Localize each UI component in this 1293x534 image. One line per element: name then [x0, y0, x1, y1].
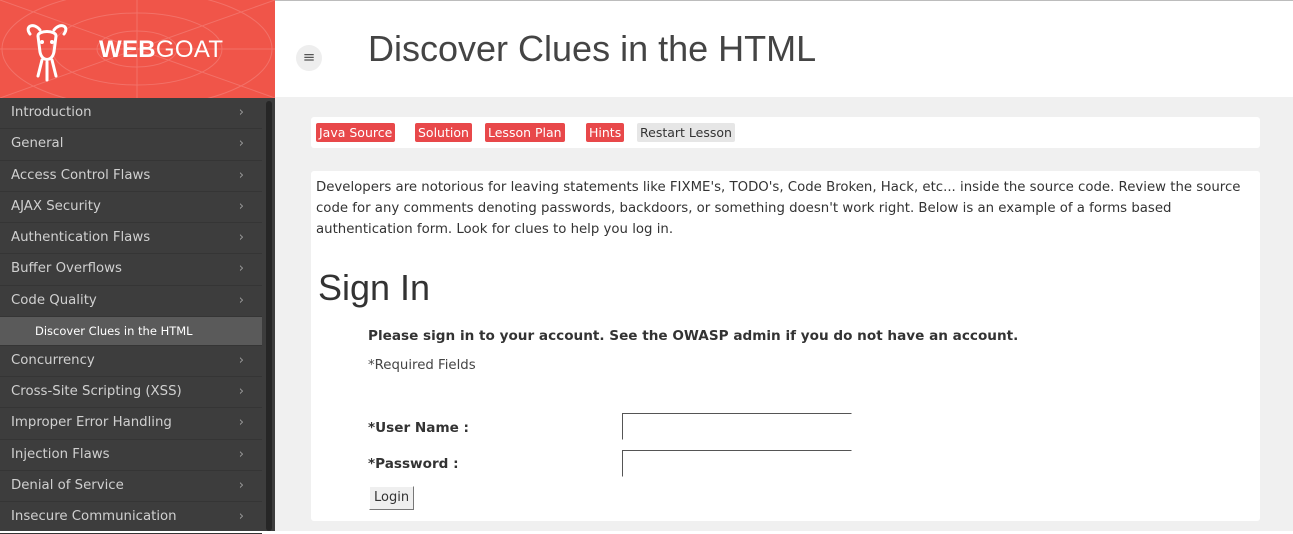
sidebar: WEBGOAT Introduction › General › Access Co…	[0, 0, 275, 534]
menu-subitem-discover-clues[interactable]: Discover Clues in the HTML	[0, 317, 262, 346]
menu-item-label: General	[11, 136, 64, 152]
menu-item-label: Access Control Flaws	[11, 167, 151, 183]
menu-item-xss[interactable]: Cross-Site Scripting (XSS) ›	[0, 377, 262, 409]
menu-item-buffer-overflows[interactable]: Buffer Overflows ›	[0, 254, 262, 286]
menu-item-access-control-flaws[interactable]: Access Control Flaws ›	[0, 161, 262, 192]
menu-item-concurrency[interactable]: Concurrency ›	[0, 346, 262, 378]
menu-item-denial-of-service[interactable]: Denial of Service ›	[0, 471, 262, 503]
password-input[interactable]	[622, 450, 852, 477]
menu-toggle-icon[interactable]: ≡	[296, 45, 322, 71]
signin-title: Sign In	[318, 267, 431, 308]
menu-item-general[interactable]: General ›	[0, 129, 262, 161]
page-header: ≡ Discover Clues in the HTML	[275, 0, 1293, 97]
menu-item-ajax-security[interactable]: AJAX Security ›	[0, 192, 262, 224]
chevron-right-icon: ›	[238, 167, 244, 183]
menu-item-code-quality[interactable]: Code Quality ›	[0, 286, 262, 318]
menu-item-insecure-communication[interactable]: Insecure Communication ›	[0, 502, 262, 534]
java-source-button[interactable]: Java Source	[316, 123, 396, 142]
menu-item-label: Introduction	[11, 105, 92, 120]
lesson-description: Developers are notorious for leaving sta…	[316, 180, 1241, 237]
chevron-right-icon: ›	[238, 509, 244, 525]
chevron-right-icon: ›	[238, 415, 244, 431]
menu-item-label: Insecure Communication	[11, 509, 177, 525]
lesson-plan-button[interactable]: Lesson Plan	[485, 123, 565, 142]
menu-item-label: Concurrency	[11, 352, 95, 368]
menu-item-label: Code Quality	[11, 292, 97, 308]
chevron-right-icon: ›	[238, 261, 244, 277]
chevron-right-icon: ›	[238, 136, 244, 152]
menu-item-improper-error-handling[interactable]: Improper Error Handling ›	[0, 408, 262, 440]
goat-icon	[26, 24, 68, 82]
page-title: Discover Clues in the HTML	[368, 28, 817, 69]
menu-item-introduction[interactable]: Introduction ›	[0, 98, 262, 130]
username-input[interactable]	[622, 413, 852, 440]
menu-item-label: Buffer Overflows	[11, 261, 122, 277]
chevron-right-icon: ›	[238, 446, 244, 462]
restart-lesson-button[interactable]: Restart Lesson	[637, 123, 735, 142]
chevron-right-icon: ›	[238, 105, 244, 120]
webgoat-logo[interactable]: WEBGOAT	[0, 0, 275, 98]
lesson-button-bar: Java Source Solution Lesson Plan Hints R…	[311, 117, 1260, 148]
chevron-right-icon: ›	[238, 384, 244, 400]
lesson-menu: Introduction › General › Access Control Fl…	[0, 98, 262, 534]
logo-text: WEBGOAT	[99, 36, 224, 63]
chevron-right-icon: ›	[238, 230, 244, 246]
sidebar-scrollbar-thumb[interactable]	[266, 101, 272, 531]
signin-message: Please sign in to your account. See the …	[368, 328, 1019, 344]
menu-item-label: AJAX Security	[11, 198, 101, 214]
required-fields-note: *Required Fields	[368, 358, 476, 373]
chevron-right-icon: ›	[238, 352, 244, 368]
chevron-right-icon: ›	[238, 292, 244, 308]
chevron-right-icon: ›	[238, 198, 244, 214]
solution-button[interactable]: Solution	[415, 123, 472, 142]
username-label: *User Name :	[368, 420, 469, 436]
menu-item-label: Denial of Service	[11, 477, 124, 493]
login-button[interactable]: Login	[369, 486, 415, 510]
menu-item-authentication-flaws[interactable]: Authentication Flaws ›	[0, 223, 262, 255]
menu-item-injection-flaws[interactable]: Injection Flaws ›	[0, 440, 262, 471]
menu-item-label: Cross-Site Scripting (XSS)	[11, 384, 182, 400]
menu-item-label: Improper Error Handling	[11, 415, 172, 431]
hints-button[interactable]: Hints	[586, 123, 625, 142]
lesson-content: Developers are notorious for leaving sta…	[311, 171, 1260, 521]
chevron-right-icon: ›	[238, 477, 244, 493]
menu-subitem-label: Discover Clues in the HTML	[35, 324, 193, 339]
menu-item-label: Injection Flaws	[11, 446, 110, 462]
password-label: *Password :	[368, 456, 459, 472]
main-content-area: Java Source Solution Lesson Plan Hints R…	[275, 97, 1293, 531]
menu-item-label: Authentication Flaws	[11, 230, 151, 246]
